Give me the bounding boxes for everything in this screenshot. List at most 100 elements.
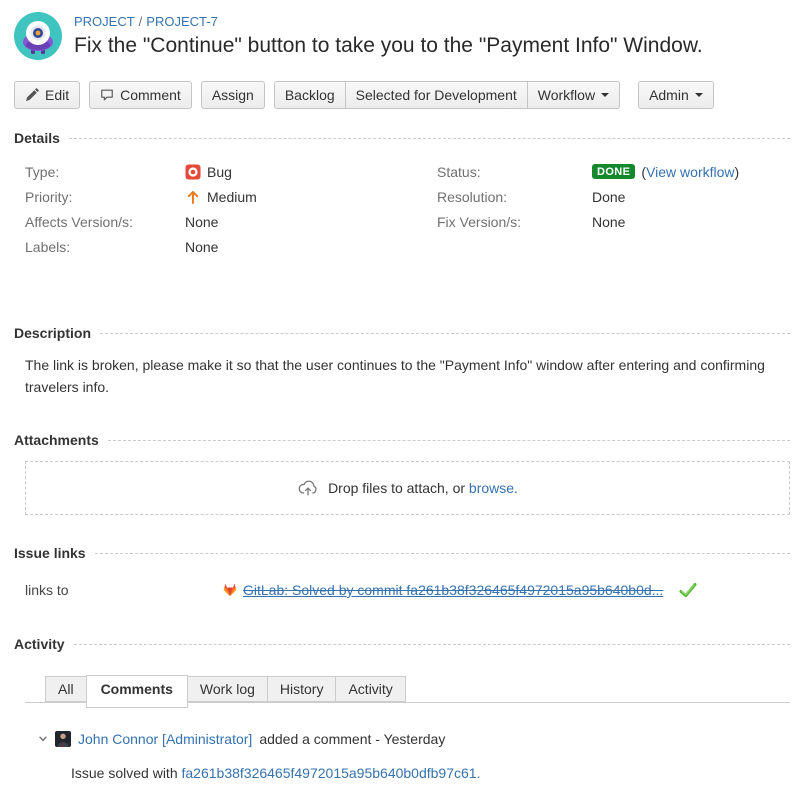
priority-row: Priority: Medium — [14, 184, 402, 209]
paren-close: ) — [735, 164, 740, 180]
comment-bubble-icon — [100, 88, 114, 102]
description-text: The link is broken, please make it so th… — [25, 354, 776, 398]
workflow-dropdown-button[interactable]: Workflow — [527, 81, 620, 109]
comment-body-prefix: Issue solved with — [71, 765, 182, 781]
dropzone-text: Drop files to attach, or browse. — [328, 480, 518, 496]
section-divider — [74, 644, 790, 645]
section-divider — [69, 138, 790, 139]
workflow-button-group: Backlog Selected for Development Workflo… — [274, 81, 620, 109]
comment-action-text: added a comment - Yesterday — [259, 731, 445, 747]
activity-tabs: All Comments Work log History Activity — [25, 673, 790, 703]
status-badge: DONE — [592, 164, 635, 179]
affects-version-row: Affects Version/s: None — [14, 209, 402, 234]
fix-version-label: Fix Version/s: — [437, 214, 592, 230]
chevron-down-icon — [601, 93, 609, 101]
affects-version-label: Affects Version/s: — [25, 214, 185, 230]
admin-button-label: Admin — [649, 87, 689, 103]
labels-label: Labels: — [25, 239, 185, 255]
issue-links-section: Issue links links to GitLab: Solved by c… — [14, 545, 790, 600]
tab-work-log[interactable]: Work log — [187, 676, 268, 702]
affects-version-value: None — [185, 214, 218, 230]
bug-icon — [185, 164, 201, 180]
type-value: Bug — [207, 164, 232, 180]
backlog-button-label: Backlog — [285, 87, 335, 103]
resolution-row: Resolution: Done — [426, 184, 790, 209]
priority-label: Priority: — [25, 189, 185, 205]
chevron-down-icon — [695, 93, 703, 101]
header-text: PROJECT /PROJECT-7 Fix the "Continue" but… — [74, 12, 703, 58]
selected-for-development-label: Selected for Development — [356, 87, 517, 103]
comment-body: Issue solved with fa261b38f326465f497201… — [71, 763, 790, 783]
activity-section: Activity All Comments Work log History A… — [14, 636, 790, 783]
gitlab-commit-link-text: GitLab: Solved by commit fa261b38f326465… — [243, 582, 663, 598]
fix-version-value: None — [592, 214, 625, 230]
gitlab-icon — [222, 582, 238, 598]
link-relation-label: links to — [25, 582, 222, 598]
breadcrumb-issue-link[interactable]: PROJECT-7 — [146, 14, 218, 29]
view-workflow-link[interactable]: View workflow — [646, 164, 734, 180]
issue-link-row: links to GitLab: Solved by commit fa261b… — [25, 580, 790, 600]
browse-link[interactable]: browse. — [469, 480, 518, 496]
comment-item: John Connor [Administrator] added a comm… — [38, 731, 790, 783]
edit-button[interactable]: Edit — [14, 81, 80, 109]
commit-hash-link[interactable]: fa261b38f326465f4972015a95b640b0dfb97c61… — [182, 765, 481, 781]
details-heading-label: Details — [14, 130, 60, 146]
resolution-label: Resolution: — [437, 189, 592, 205]
attachments-section: Attachments Drop files to attach, or bro… — [14, 432, 790, 515]
view-workflow-wrap: (View workflow) — [641, 164, 739, 180]
tab-all[interactable]: All — [45, 676, 87, 702]
comment-button[interactable]: Comment — [89, 81, 192, 109]
attachment-dropzone[interactable]: Drop files to attach, or browse. — [25, 461, 790, 515]
attachments-heading-label: Attachments — [14, 432, 99, 448]
admin-dropdown-button[interactable]: Admin — [638, 81, 714, 109]
gitlab-commit-link[interactable]: GitLab: Solved by commit fa261b38f326465… — [222, 582, 663, 598]
selected-for-development-button[interactable]: Selected for Development — [345, 81, 528, 109]
description-section: Description The link is broken, please m… — [14, 325, 790, 398]
backlog-button[interactable]: Backlog — [274, 81, 346, 109]
attachments-heading: Attachments — [14, 432, 790, 448]
resolved-check-icon — [678, 580, 698, 600]
type-label: Type: — [25, 164, 185, 180]
tab-activity[interactable]: Activity — [335, 676, 405, 702]
project-avatar — [14, 12, 62, 60]
comment-author-link[interactable]: John Connor [Administrator] — [78, 731, 252, 747]
comment-header: John Connor [Administrator] added a comm… — [38, 731, 790, 747]
breadcrumb-project-link[interactable]: PROJECT — [74, 14, 135, 29]
page-title: Fix the "Continue" button to take you to… — [74, 34, 703, 58]
assign-button[interactable]: Assign — [201, 81, 265, 109]
tab-history[interactable]: History — [267, 676, 337, 702]
status-row: Status: DONE (View workflow) — [426, 159, 790, 184]
assign-button-label: Assign — [212, 87, 254, 103]
issue-links-heading-label: Issue links — [14, 545, 86, 561]
priority-medium-icon — [185, 189, 201, 205]
collapse-chevron-icon[interactable] — [38, 734, 48, 744]
section-divider — [108, 440, 790, 441]
type-row: Type: Bug — [14, 159, 402, 184]
priority-value: Medium — [207, 189, 257, 205]
section-divider — [100, 333, 790, 334]
details-right-column: Status: DONE (View workflow) Resolution:… — [402, 159, 790, 259]
details-section: Details Type: Bug Priori — [14, 130, 790, 259]
breadcrumb: PROJECT /PROJECT-7 — [74, 14, 703, 29]
breadcrumb-separator: / — [139, 14, 143, 29]
activity-heading: Activity — [14, 636, 790, 652]
edit-button-label: Edit — [45, 87, 69, 103]
issue-links-heading: Issue links — [14, 545, 790, 561]
issue-page: PROJECT /PROJECT-7 Fix the "Continue" but… — [0, 0, 797, 793]
tab-comments[interactable]: Comments — [86, 675, 188, 708]
upload-cloud-icon — [297, 477, 319, 499]
drop-text: Drop files to attach, or — [328, 480, 465, 496]
section-divider — [95, 553, 790, 554]
details-heading: Details — [14, 130, 790, 146]
activity-heading-label: Activity — [14, 636, 65, 652]
fix-version-row: Fix Version/s: None — [426, 209, 790, 234]
comment-button-label: Comment — [120, 87, 181, 103]
user-avatar — [55, 731, 71, 747]
resolution-value: Done — [592, 189, 625, 205]
labels-value: None — [185, 239, 218, 255]
pencil-icon — [25, 88, 39, 102]
description-heading-label: Description — [14, 325, 91, 341]
issue-header: PROJECT /PROJECT-7 Fix the "Continue" but… — [14, 12, 790, 60]
details-left-column: Type: Bug Priority: — [14, 159, 402, 259]
details-properties: Type: Bug Priority: — [14, 159, 790, 259]
